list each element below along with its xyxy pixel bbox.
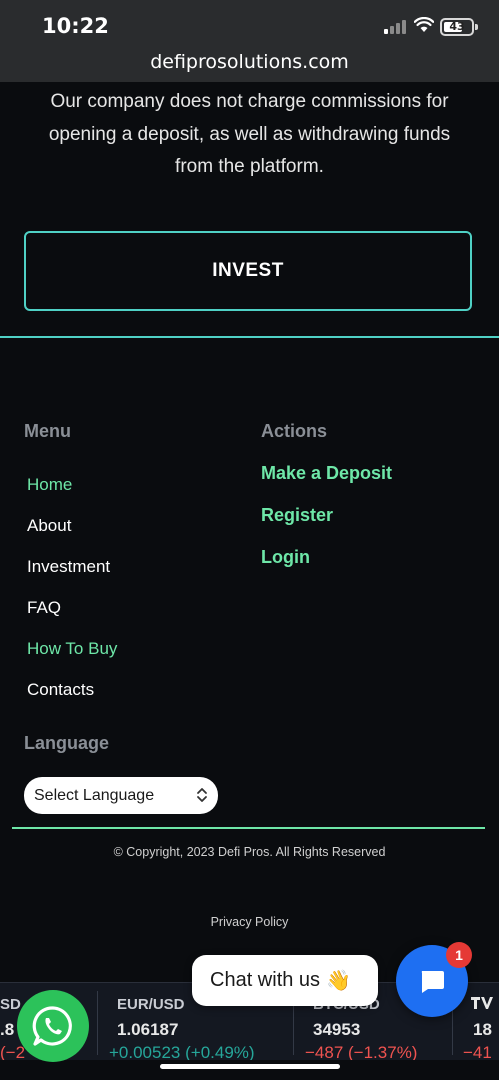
ticker-change: −41 — [463, 1043, 492, 1060]
menu-heading: Menu — [24, 421, 71, 441]
ticker-change: (−2 — [0, 1043, 26, 1060]
language-select-value: Select Language — [34, 786, 155, 804]
tradingview-logo-icon — [471, 997, 493, 1009]
whatsapp-button[interactable] — [17, 990, 89, 1062]
menu-item-investment[interactable]: Investment — [27, 557, 110, 577]
login-link[interactable]: Login — [261, 547, 310, 568]
copyright-text: © Copyright, 2023 Defi Pros. All Rights … — [113, 845, 386, 859]
menu-item-about[interactable]: About — [27, 516, 71, 536]
make-deposit-link[interactable]: Make a Deposit — [261, 463, 392, 484]
chat-icon — [421, 971, 444, 993]
unread-badge: 1 — [446, 942, 472, 968]
ticker-price: 18 — [473, 1020, 492, 1039]
invest-button[interactable]: INVEST — [24, 231, 472, 311]
url-text: defiprosolutions.com — [150, 51, 349, 73]
ticker-price: .8 — [0, 1020, 15, 1039]
url-bar[interactable]: defiprosolutions.com — [0, 48, 499, 82]
home-indicator — [160, 1064, 340, 1069]
wifi-icon — [414, 17, 434, 32]
language-select[interactable]: Select Language — [24, 777, 218, 814]
intro-text: Our company does not charge commissions … — [48, 91, 451, 177]
ticker-change: +0.00523 (+0.49%) — [109, 1043, 255, 1060]
menu-item-home[interactable]: Home — [27, 475, 72, 495]
ticker-change: −487 (−1.37%) — [305, 1043, 418, 1060]
menu-item-how-to-buy[interactable]: How To Buy — [27, 639, 117, 659]
ticker-separator — [97, 991, 98, 1055]
chevron-updown-icon — [197, 788, 207, 802]
ticker-symbol: SD — [0, 996, 21, 1013]
battery-icon: 43 — [440, 18, 474, 36]
section-divider — [0, 336, 499, 338]
chat-label: Chat with us — [210, 969, 321, 991]
battery-cap — [475, 24, 478, 30]
status-bar: 10:22 43 — [0, 0, 499, 48]
menu-item-faq[interactable]: FAQ — [27, 598, 61, 618]
register-link[interactable]: Register — [261, 505, 333, 526]
battery-level: 43 — [449, 20, 465, 33]
actions-heading: Actions — [261, 421, 328, 441]
chat-prompt-bubble[interactable]: Chat with us 👋 — [192, 955, 378, 1006]
ticker-price: 34953 — [313, 1020, 361, 1039]
menu-item-contacts[interactable]: Contacts — [27, 680, 94, 700]
footer-divider — [12, 827, 485, 829]
whatsapp-icon — [32, 1006, 72, 1046]
clock: 10:22 — [42, 14, 109, 38]
ticker-symbol: EUR/USD — [117, 996, 185, 1013]
waving-hand-icon: 👋 — [326, 970, 351, 992]
language-heading: Language — [24, 733, 110, 753]
ticker-price: 1.06187 — [117, 1020, 179, 1039]
privacy-policy-link[interactable]: Privacy Policy — [0, 915, 499, 929]
signal-icon — [384, 20, 408, 34]
